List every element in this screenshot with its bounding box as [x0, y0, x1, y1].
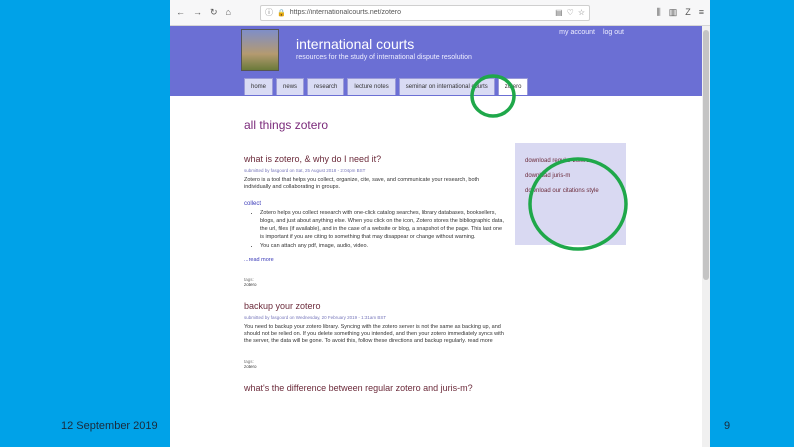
tag-link[interactable]: zotero: [244, 282, 504, 287]
lock-icon: 🔒: [277, 9, 286, 17]
info-icon[interactable]: ⓘ: [265, 7, 273, 18]
toolbar-right: ⫼ ▥ Z ≡: [657, 7, 704, 18]
scrollbar[interactable]: [702, 26, 710, 447]
scrollbar-thumb[interactable]: [703, 30, 709, 280]
tab-news[interactable]: news: [276, 78, 305, 95]
reload-icon[interactable]: ↻: [210, 7, 218, 18]
download-sidebar: download regular zotero download juris-m…: [515, 143, 626, 245]
list-item: Zotero helps you collect research with o…: [260, 209, 504, 241]
download-jurism-link[interactable]: download juris-m: [525, 172, 616, 180]
peace-palace-logo[interactable]: [241, 29, 279, 71]
account-links: my account log out: [559, 29, 624, 36]
tab-home[interactable]: home: [244, 78, 274, 95]
back-icon[interactable]: ←: [176, 7, 185, 18]
bookmark-star-icon[interactable]: ☆: [578, 8, 585, 17]
my-account-link[interactable]: my account: [559, 29, 595, 36]
slide-date: 12 September 2019: [61, 420, 158, 432]
sidebar-icon[interactable]: ▥: [669, 7, 678, 18]
browser-screenshot: ← → ↻ ⌂ ⓘ 🔒 https://internationalcourts.…: [170, 0, 710, 447]
url-bar[interactable]: ⓘ 🔒 https://internationalcourts.net/zote…: [260, 4, 590, 21]
library-icon[interactable]: ⫼: [657, 7, 661, 18]
main-tabs: home news research lecture notes seminar…: [244, 78, 529, 95]
tab-research[interactable]: research: [307, 78, 345, 95]
zotero-connector-icon[interactable]: Z: [685, 7, 691, 18]
main-content: all things zotero what is zotero, & why …: [244, 118, 504, 397]
article-bullets: Zotero helps you collect research with o…: [260, 209, 504, 250]
tab-lecture-notes[interactable]: lecture notes: [347, 78, 396, 95]
tab-zotero[interactable]: zotero: [497, 78, 529, 95]
article-intro: Zotero is a tool that helps you collect,…: [244, 177, 480, 190]
list-item: You can attach any pdf, image, audio, vi…: [260, 242, 504, 250]
tab-seminar[interactable]: seminar on international courts: [398, 78, 495, 95]
logout-link[interactable]: log out: [603, 29, 624, 36]
tag-link[interactable]: zotero: [244, 364, 504, 369]
site-header: international courts resources for the s…: [170, 26, 702, 96]
browser-toolbar: ← → ↻ ⌂ ⓘ 🔒 https://internationalcourts.…: [170, 0, 710, 26]
page-title: all things zotero: [244, 118, 329, 132]
menu-icon[interactable]: ≡: [699, 7, 704, 18]
article-title[interactable]: what is zotero, & why do I need it?: [244, 154, 504, 164]
home-icon[interactable]: ⌂: [226, 7, 231, 18]
nav-buttons: ← → ↻ ⌂: [176, 7, 248, 18]
article-submitted: submitted by fasgoord on Sat, 25 August …: [244, 168, 366, 173]
read-more-link[interactable]: ...read more: [244, 257, 504, 263]
site-tagline: resources for the study of international…: [296, 54, 472, 61]
reader-view-icon[interactable]: ▤: [555, 8, 563, 17]
site-title[interactable]: international courts: [296, 36, 414, 52]
article-submitted: submitted by fasgoord on Wednesday, 20 F…: [244, 315, 387, 320]
pocket-icon[interactable]: ♡: [567, 8, 574, 17]
article-title[interactable]: backup your zotero: [244, 301, 504, 311]
article-title[interactable]: what's the difference between regular zo…: [244, 383, 504, 393]
forward-icon[interactable]: →: [193, 7, 202, 18]
download-citation-style-link[interactable]: download our citations style: [525, 187, 616, 195]
section-heading-collect: collect: [244, 201, 262, 207]
url-text: https://internationalcourts.net/zotero: [289, 9, 402, 16]
slide-page-number: 9: [724, 420, 731, 432]
article-intro: You need to backup your zotero library. …: [244, 324, 504, 344]
download-zotero-link[interactable]: download regular zotero: [525, 157, 616, 165]
